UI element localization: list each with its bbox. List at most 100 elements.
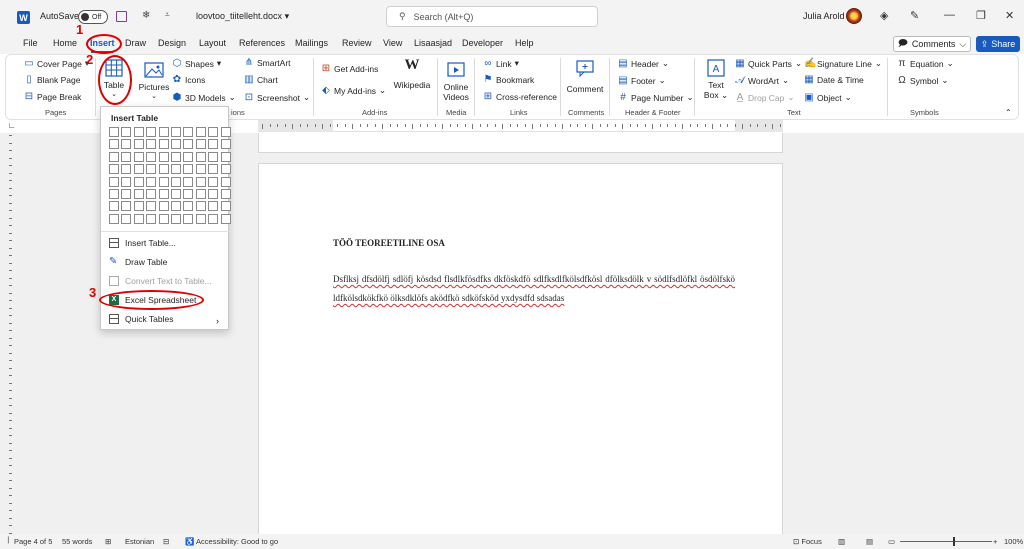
table-grid-cell[interactable] [195,127,206,137]
object-button[interactable]: ▣ Object ⌄ [804,92,851,103]
restore-icon[interactable]: ❐ [976,9,986,22]
table-grid-cell[interactable] [183,164,194,175]
table-grid-cell[interactable] [183,151,194,162]
3d-models-button[interactable]: ⬢ 3D Models ⌄ [172,92,236,103]
menu-item-quick-tables[interactable]: Quick Tables [109,314,174,324]
minimize-icon[interactable]: — [944,9,955,21]
customize-icon[interactable]: ❄ [142,10,150,21]
table-grid-cell[interactable] [158,164,169,175]
vertical-ruler[interactable] [5,135,17,540]
tab-design[interactable]: Design [158,38,186,48]
tab-draw[interactable]: Draw [125,38,146,48]
table-grid-cell[interactable] [109,201,119,212]
table-grid-cell[interactable] [133,201,144,212]
table-grid-cell[interactable] [121,213,132,224]
table-grid-cell[interactable] [195,164,206,175]
table-grid-cell[interactable] [183,176,194,187]
wikipedia-button[interactable]: W Wikipedia [393,58,431,91]
table-grid-cell[interactable] [146,164,157,175]
table-grid-cell[interactable] [133,151,144,162]
tab-developer[interactable]: Developer [462,38,503,48]
table-grid-cell[interactable] [195,201,206,212]
table-grid-cell[interactable] [195,151,206,162]
table-grid-cell[interactable] [121,151,132,162]
table-grid-cell[interactable] [220,127,231,137]
zoom-slider[interactable] [900,541,992,542]
table-grid-cell[interactable] [109,213,119,224]
table-grid-cell[interactable] [208,127,219,137]
tab-home[interactable]: Home [53,38,77,48]
table-grid-cell[interactable] [133,176,144,187]
table-grid-cell[interactable] [183,127,194,137]
table-grid-cell[interactable] [158,188,169,199]
table-grid-cell[interactable] [170,164,181,175]
language[interactable]: Estonian [125,537,154,546]
table-grid-cell[interactable] [183,139,194,150]
table-grid-cell[interactable] [208,213,219,224]
bookmark-button[interactable]: ⚑ Bookmark [483,75,535,86]
tab-layout[interactable]: Layout [199,38,226,48]
table-grid-cell[interactable] [146,188,157,199]
table-grid-cell[interactable] [121,127,132,137]
diamond-icon[interactable]: ◈ [880,9,888,22]
table-grid-cell[interactable] [170,151,181,162]
table-grid-cell[interactable] [208,188,219,199]
table-grid-cell[interactable] [121,139,132,150]
my-addins-button[interactable]: ⬖ My Add-ins ⌄ [321,85,386,96]
pictures-button[interactable]: Pictures ⌄ [138,60,170,102]
document-page[interactable] [258,163,783,535]
table-grid-cell[interactable] [146,139,157,150]
table-grid-cell[interactable] [195,139,206,150]
save-icon[interactable] [116,11,127,22]
accessibility-status[interactable]: ♿ Accessibility: Good to go [185,537,278,546]
table-grid-cell[interactable] [158,151,169,162]
table-grid-cell[interactable] [121,164,132,175]
table-grid-cell[interactable] [109,151,119,162]
page-indicator[interactable]: Page 4 of 5 [14,537,52,546]
table-grid-cell[interactable] [208,139,219,150]
table-grid-cell[interactable] [133,188,144,199]
table-grid-cell[interactable] [220,176,231,187]
zoom-in-icon[interactable]: + [993,537,997,546]
tab-review[interactable]: Review [342,38,372,48]
table-grid-cell[interactable] [109,176,119,187]
table-grid-cell[interactable] [220,151,231,162]
table-grid-cell[interactable] [158,213,169,224]
chart-button[interactable]: ▥ Chart [244,75,278,86]
table-grid-cell[interactable] [146,127,157,137]
avatar[interactable] [846,8,862,24]
tab-view[interactable]: View [383,38,402,48]
table-grid-cell[interactable] [195,188,206,199]
focus-button[interactable]: ⊡ Focus [793,537,822,546]
table-grid-cell[interactable] [133,164,144,175]
table-grid-cell[interactable] [133,139,144,150]
online-videos-button[interactable]: Online Videos [441,60,471,102]
qat-dropdown-icon[interactable]: ⩡ [165,10,170,20]
table-grid-cell[interactable] [109,127,119,137]
table-grid-cell[interactable] [170,127,181,137]
table-grid-cell[interactable] [220,139,231,150]
table-grid-cell[interactable] [109,139,119,150]
table-grid-cell[interactable] [195,176,206,187]
text-box-button[interactable]: A Text Box ⌄ [702,58,730,100]
table-grid-cell[interactable] [195,213,206,224]
table-grid-cell[interactable] [170,139,181,150]
zoom-level[interactable]: 100% [1004,537,1023,546]
date-time-button[interactable]: ▦ Date & Time [804,75,864,86]
read-mode-icon[interactable]: ▥ [838,537,845,546]
tab-references[interactable]: References [239,38,285,48]
table-grid-cell[interactable] [146,213,157,224]
tab-lisaasjad[interactable]: Lisaasjad [414,38,452,48]
comment-button[interactable]: Comment [566,58,604,94]
table-grid-cell[interactable] [158,139,169,150]
search-box[interactable]: ⚲ Search (Alt+Q) [386,6,598,27]
link-button[interactable]: ∞ Link ▾ [483,58,518,69]
page-number-button[interactable]: # Page Number ⌄ [618,92,693,103]
table-grid-cell[interactable] [146,176,157,187]
proofing-icon[interactable]: ⊞ [105,537,111,546]
document-title[interactable]: loovtoo_tiitelleht.docx ▾ [196,11,289,22]
table-grid-cell[interactable] [146,201,157,212]
print-layout-icon[interactable]: ▤ [866,537,873,546]
table-grid-cell[interactable] [158,176,169,187]
share-button[interactable]: ⇪ Share [976,36,1020,52]
